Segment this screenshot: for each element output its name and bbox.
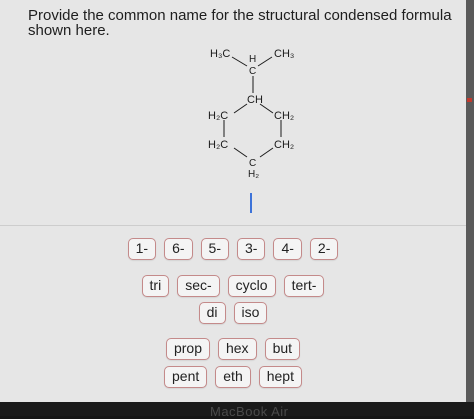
tile-hept[interactable]: hept <box>258 366 302 388</box>
tile-but[interactable]: but <box>264 338 301 360</box>
tile-3[interactable]: 3- <box>237 238 266 260</box>
ring-ch-label: CH <box>247 94 263 106</box>
ring-bottom-carbon-label: C <box>249 158 256 169</box>
tile-pent[interactable]: pent <box>164 366 208 388</box>
bezel-label: MacBook Air <box>210 404 289 419</box>
word-bank-row-5: pent eth hept <box>0 366 466 388</box>
top-carbon-label: C <box>249 66 256 77</box>
tile-iso[interactable]: iso <box>233 302 268 324</box>
answer-input-cursor[interactable] <box>250 193 252 213</box>
tile-sec[interactable]: sec- <box>177 275 220 297</box>
edge-marker <box>467 98 472 102</box>
tile-cyclo[interactable]: cyclo <box>227 275 276 297</box>
tile-hex[interactable]: hex <box>217 338 257 360</box>
tile-tri[interactable]: tri <box>141 275 170 297</box>
word-bank-row-3: di iso <box>0 302 466 324</box>
ring-left-lower-label: H₂C <box>208 139 228 151</box>
top-hydrogen-label: H <box>249 54 256 65</box>
window-edge <box>466 0 474 402</box>
tile-4[interactable]: 4- <box>273 238 302 260</box>
tile-tert[interactable]: tert- <box>283 275 325 297</box>
methyl-left-label: H₃C <box>210 48 230 60</box>
tile-prop[interactable]: prop <box>165 338 210 360</box>
word-bank-row-4: prop hex but <box>0 338 466 360</box>
ring-left-upper-label: H₂C <box>208 110 228 122</box>
section-divider <box>0 225 466 226</box>
methyl-right-label: CH₃ <box>274 48 294 60</box>
tile-2[interactable]: 2- <box>309 238 339 260</box>
word-bank-row-1: 1- 6- 5- 3- 4- 2- <box>0 238 466 260</box>
structural-formula-diagram: H₃C H C CH₃ CH H₂C CH₂ H₂C CH₂ C H₂ <box>208 48 294 180</box>
tile-6[interactable]: 6- <box>164 238 193 260</box>
ring-bottom-hydrogen-label: H₂ <box>248 169 259 180</box>
tile-5[interactable]: 5- <box>200 238 229 260</box>
ring-right-upper-label: CH₂ <box>274 110 294 122</box>
tile-eth[interactable]: eth <box>215 366 251 388</box>
tile-1[interactable]: 1- <box>127 238 157 260</box>
quiz-screen: Provide the common name for the structur… <box>0 0 466 402</box>
word-bank-row-2: tri sec- cyclo tert- <box>0 275 466 297</box>
ring-right-lower-label: CH₂ <box>274 139 294 151</box>
question-text: Provide the common name for the structur… <box>28 7 452 39</box>
tile-di[interactable]: di <box>198 302 226 324</box>
